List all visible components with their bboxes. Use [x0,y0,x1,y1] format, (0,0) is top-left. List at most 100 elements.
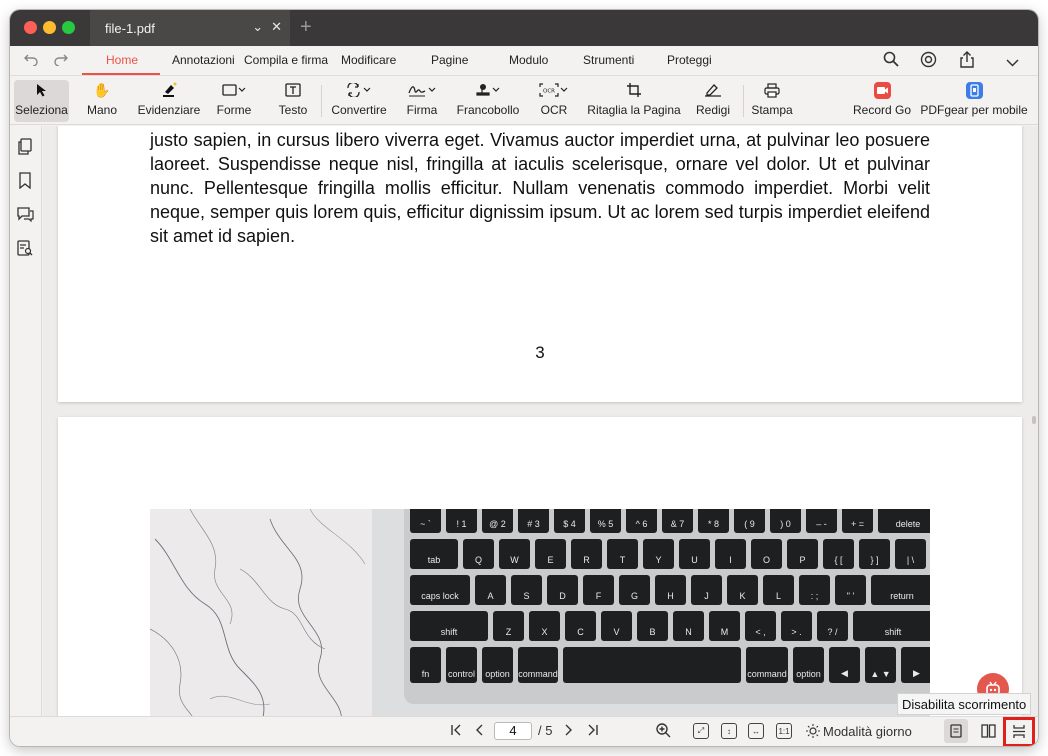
tab-proteggi[interactable]: Proteggi [667,53,712,67]
last-page-icon[interactable] [587,724,599,739]
tab-annotazioni[interactable]: Annotazioni [172,53,235,67]
search-icon[interactable] [883,51,899,71]
zoom-window-button[interactable] [62,21,75,34]
keyboard-key: X [529,611,560,641]
redact-tool[interactable]: Redigi [695,80,731,122]
search-document-icon[interactable] [17,240,35,258]
key-label: – - [816,519,827,529]
print-tool-label: Stampa [751,103,793,117]
keyboard-key: ^ 6 [626,509,657,533]
sun-icon[interactable] [806,724,820,741]
highlight-tool[interactable]: Evidenziare [136,80,202,122]
keyboard-key: ) 0 [770,509,801,533]
highlight-tool-label: Evidenziare [137,103,201,117]
signature-icon [408,80,436,100]
page-paragraph: justo sapien, in cursus libero viverra e… [150,130,930,246]
tab-modificare[interactable]: Modificare [341,53,396,67]
keyboard-key: U [679,539,710,569]
keyboard-key: @ 2 [482,509,513,533]
fit-width-icon[interactable]: ↔ [748,723,764,739]
keyboard-key: A [475,575,506,605]
keyboard-key: H [655,575,686,605]
ocr-tool[interactable]: OCR OCR [539,80,569,122]
document-tab[interactable]: file-1.pdf ⌄ ✕ [90,10,290,46]
thumbnails-icon[interactable] [17,138,35,156]
page-number-input[interactable]: 4 [494,722,532,740]
tab-home[interactable]: Home [106,53,138,67]
pdf-page: justo sapien, in cursus libero viverra e… [58,126,1022,402]
status-bar: 4 / 5 ⤢ ↕ ↔ 1:1 Modalità giorno [10,716,1038,746]
key-label: ^ 6 [635,519,648,529]
zoom-in-icon[interactable] [656,723,671,741]
key-label: { [ [834,555,843,565]
record-camera-icon [873,80,891,100]
keyboard-key: T [607,539,638,569]
hand-icon: ✋ [93,81,111,98]
previous-page-icon[interactable] [475,724,485,739]
crop-page-tool[interactable]: Ritaglia la Pagina [587,80,681,122]
key-label: ) 0 [780,519,791,529]
chevron-down-icon[interactable]: ⌄ [252,19,263,35]
app-window: file-1.pdf ⌄ ✕ + Home Annotazioni Compil… [10,10,1038,746]
text-tool[interactable]: Testo [276,80,310,122]
document-view[interactable]: justo sapien, in cursus libero viverra e… [43,126,1038,716]
keyboard-key: ▲ ▼ [865,647,896,683]
actual-size-icon[interactable]: 1:1 [776,723,792,739]
hand-tool[interactable]: ✋ Mano [84,80,120,122]
keyboard: ~ `! 1 @ 2 # 3 $ 4% 5 ^ 6 & 7 * 8( 9) 0– - + = … [404,509,930,704]
minimize-window-button[interactable] [43,21,56,34]
two-page-view-button[interactable] [976,719,1000,743]
shapes-tool[interactable]: Forme [214,80,254,122]
record-go-button[interactable]: Record Go [852,80,912,122]
comments-icon[interactable] [17,206,35,224]
fit-page-icon[interactable]: ⤢ [693,723,709,739]
left-sidebar [10,126,42,716]
single-page-view-button[interactable] [944,719,968,743]
print-tool[interactable]: Stampa [751,80,793,122]
page-number: 3 [535,343,545,362]
key-label: " ' [846,591,855,601]
tab-modulo[interactable]: Modulo [509,53,548,67]
undo-icon[interactable] [24,52,38,69]
tab-pagine[interactable]: Pagine [431,53,468,67]
keyboard-key: J [691,575,722,605]
key-label: @ 2 [489,519,506,529]
close-window-button[interactable] [24,21,37,34]
keyboard-key: return [871,575,930,605]
sign-tool-label: Firma [406,103,438,117]
keyboard-key: D [547,575,578,605]
new-tab-plus-icon[interactable]: + [300,17,312,37]
keyboard-key: E [535,539,566,569]
fit-height-icon[interactable]: ↕ [721,723,737,739]
keyboard-key: > . [781,611,812,641]
key-label: M [720,627,729,637]
select-tool[interactable]: Seleziona [14,80,69,122]
help-support-icon[interactable] [920,51,937,72]
tab-strumenti[interactable]: Strumenti [583,53,634,67]
key-label: T [619,555,626,565]
redact-eraser-icon [704,80,722,100]
key-label: } ] [870,555,879,565]
key-label: ! 1 [456,519,467,529]
stamp-tool[interactable]: Francobollo [456,80,520,122]
keyboard-key: G [619,575,650,605]
share-icon[interactable] [960,51,974,72]
keyboard-key: Y [643,539,674,569]
keyboard-key: N [673,611,704,641]
first-page-icon[interactable] [450,724,462,739]
ocr-scan-icon: OCR [539,80,569,100]
pdfgear-mobile-button[interactable]: PDFgear per mobile [920,80,1028,122]
next-page-icon[interactable] [563,724,573,739]
highlight-annotation-box [1003,717,1035,746]
tab-compila-e-firma[interactable]: Compila e firma [244,53,328,67]
day-mode-toggle[interactable]: Modalità giorno [823,724,912,739]
key-label: > . [791,627,802,637]
keyboard-key: F [583,575,614,605]
redo-icon[interactable] [54,52,68,69]
close-tab-icon[interactable]: ✕ [271,19,282,35]
convert-tool[interactable]: Convertire [330,80,388,122]
sign-tool[interactable]: Firma [405,80,439,122]
bookmark-icon[interactable] [17,172,35,190]
active-tab-underline [82,73,160,75]
chevron-down-icon[interactable] [1006,54,1019,71]
